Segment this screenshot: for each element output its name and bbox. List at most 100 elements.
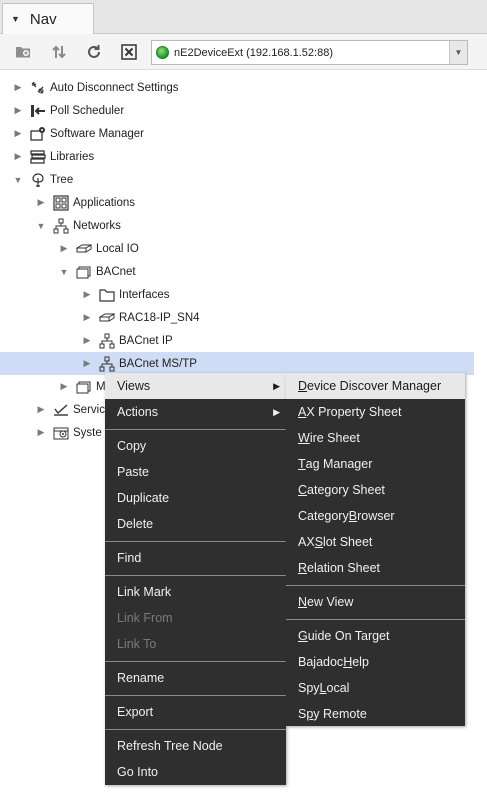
tree-item-interfaces[interactable]: ▶ Interfaces (0, 283, 474, 306)
menu-item-new-view[interactable]: New View (286, 589, 465, 615)
tree-item-bacnet-mstp[interactable]: ▶ BACnet MS/TP (0, 352, 474, 375)
menu-item-device-discover-manager[interactable]: Device Discover Manager (286, 373, 465, 399)
new-folder-button[interactable] (12, 41, 34, 63)
menu-item-actions[interactable]: Actions ▶ (105, 399, 286, 425)
network-icon (98, 332, 115, 349)
chevron-right-icon: ▶ (273, 380, 280, 391)
expand-icon[interactable]: ▶ (36, 427, 46, 438)
tree-item-bacnet[interactable]: ▼ BACnet (0, 260, 474, 283)
expand-icon[interactable]: ▶ (82, 289, 92, 300)
menu-item-bajadoc-help[interactable]: Bajadoc Help (286, 649, 465, 675)
context-menu: Views ▶ Actions ▶ Copy Paste Duplicate D… (105, 373, 286, 785)
menu-item-paste[interactable]: Paste (105, 459, 286, 485)
expand-icon[interactable]: ▶ (59, 381, 69, 392)
expand-icon[interactable]: ▶ (36, 197, 46, 208)
station-selector[interactable]: nE2DeviceExt (192.168.1.52:88) ▼ (151, 40, 468, 65)
new-folder-icon (16, 47, 30, 58)
menu-item-category-browser[interactable]: Category Browser (286, 503, 465, 529)
tree-icon (29, 171, 46, 188)
expand-icon[interactable]: ▶ (36, 404, 46, 415)
system-icon (52, 424, 69, 441)
tree-item-label: Local IO (96, 242, 139, 255)
menu-item-ax-property-sheet[interactable]: AX Property Sheet (286, 399, 465, 425)
menu-item-spy-local[interactable]: Spy Local (286, 675, 465, 701)
menu-item-category-sheet[interactable]: Category Sheet (286, 477, 465, 503)
menu-separator (105, 541, 286, 542)
menu-item-delete[interactable]: Delete (105, 511, 286, 537)
tree-item-label: Networks (73, 219, 121, 232)
tree-item-local-io[interactable]: ▶ Local IO (0, 237, 474, 260)
tree-item-applications[interactable]: ▶ Applications (0, 191, 474, 214)
device-icon (98, 309, 115, 326)
menu-item-link-from: Link From (117, 611, 173, 625)
folder-icon (98, 286, 115, 303)
expand-icon[interactable]: ▶ (82, 312, 92, 323)
tree-item-networks[interactable]: ▼ Networks (0, 214, 474, 237)
menu-item-go-into[interactable]: Go Into (105, 759, 286, 785)
menu-item-copy[interactable]: Copy (105, 433, 286, 459)
software-manager-icon (29, 125, 46, 142)
menu-item-refresh-tree-node[interactable]: Refresh Tree Node (105, 733, 286, 759)
menu-item-find[interactable]: Find (105, 545, 286, 571)
expand-icon[interactable]: ▶ (13, 105, 23, 116)
chevron-down-icon[interactable]: ▼ (449, 41, 467, 64)
device-icon (75, 240, 92, 257)
tree-item-label: BACnet MS/TP (119, 357, 197, 370)
tree-item-software-manager[interactable]: ▶ Software Manager (0, 122, 474, 145)
tab-nav[interactable]: ▼ Nav (2, 3, 94, 34)
expand-icon[interactable]: ▶ (13, 128, 23, 139)
tree-item-label: Software Manager (50, 127, 144, 140)
menu-separator (286, 619, 465, 620)
close-icon (121, 44, 137, 60)
menu-item-wire-sheet[interactable]: Wire Sheet (286, 425, 465, 451)
menu-item-label: Device Discover Manager (298, 379, 442, 393)
expand-icon[interactable]: ▶ (13, 151, 23, 162)
folder-open-icon (75, 263, 92, 280)
menu-item-link-mark[interactable]: Link Mark (105, 579, 286, 605)
tree-item-label: Tree (50, 173, 74, 186)
poll-scheduler-icon (29, 102, 46, 119)
tree-item-label: Poll Scheduler (50, 104, 125, 117)
network-icon (52, 217, 69, 234)
disconnect-icon (29, 79, 46, 96)
tree-item-libraries[interactable]: ▶ Libraries (0, 145, 474, 168)
tree-item-bacnet-ip[interactable]: ▶ BACnet IP (0, 329, 474, 352)
chevron-right-icon: ▶ (273, 406, 280, 417)
tree-item-label: Interfaces (119, 288, 170, 301)
tree-item-label: Syste (73, 426, 102, 439)
menu-item-ax-slot-sheet[interactable]: AX Slot Sheet (286, 529, 465, 555)
close-button[interactable] (118, 41, 140, 63)
expand-icon[interactable]: ▶ (59, 243, 69, 254)
expand-icon[interactable]: ▶ (13, 82, 23, 93)
menu-separator (105, 429, 286, 430)
expand-icon[interactable]: ▶ (82, 358, 92, 369)
tree-item-label: BACnet (96, 265, 136, 278)
views-submenu: Device Discover Manager AX Property Shee… (286, 373, 465, 726)
station-value: nE2DeviceExt (192.168.1.52:88) (174, 46, 333, 59)
tree-item-label: Libraries (50, 150, 95, 163)
menu-item-relation-sheet[interactable]: Relation Sheet (286, 555, 465, 581)
caret-down-icon[interactable]: ▼ (11, 14, 20, 24)
tab-title: Nav (29, 10, 57, 28)
menu-item-duplicate[interactable]: Duplicate (105, 485, 286, 511)
menu-item-tag-manager[interactable]: Tag Manager (286, 451, 465, 477)
collapse-icon[interactable]: ▼ (36, 221, 46, 231)
menu-item-views[interactable]: Views ▶ (105, 373, 286, 399)
tree-item-auto-disconnect[interactable]: ▶ Auto Disconnect Settings (0, 76, 474, 99)
menu-item-spy-remote[interactable]: Spy Remote (286, 701, 465, 727)
tree-item-tree[interactable]: ▼ Tree (0, 168, 474, 191)
collapse-icon[interactable]: ▼ (59, 267, 69, 277)
tree-item-poll-scheduler[interactable]: ▶ Poll Scheduler (0, 99, 474, 122)
folder-open-icon (75, 378, 92, 395)
refresh-button[interactable] (83, 41, 105, 63)
expand-icon[interactable]: ▶ (82, 335, 92, 346)
tree-item-label: BACnet IP (119, 334, 173, 347)
tab-bar: ▼ Nav (0, 0, 487, 34)
tree-item-rac18[interactable]: ▶ RAC18-IP_SN4 (0, 306, 474, 329)
menu-item-guide-on-target[interactable]: Guide On Target (286, 623, 465, 649)
sort-button[interactable] (48, 41, 70, 63)
menu-item-export[interactable]: Export (105, 699, 286, 725)
menu-separator (105, 729, 286, 730)
menu-item-rename[interactable]: Rename (105, 665, 286, 691)
collapse-icon[interactable]: ▼ (13, 175, 23, 185)
